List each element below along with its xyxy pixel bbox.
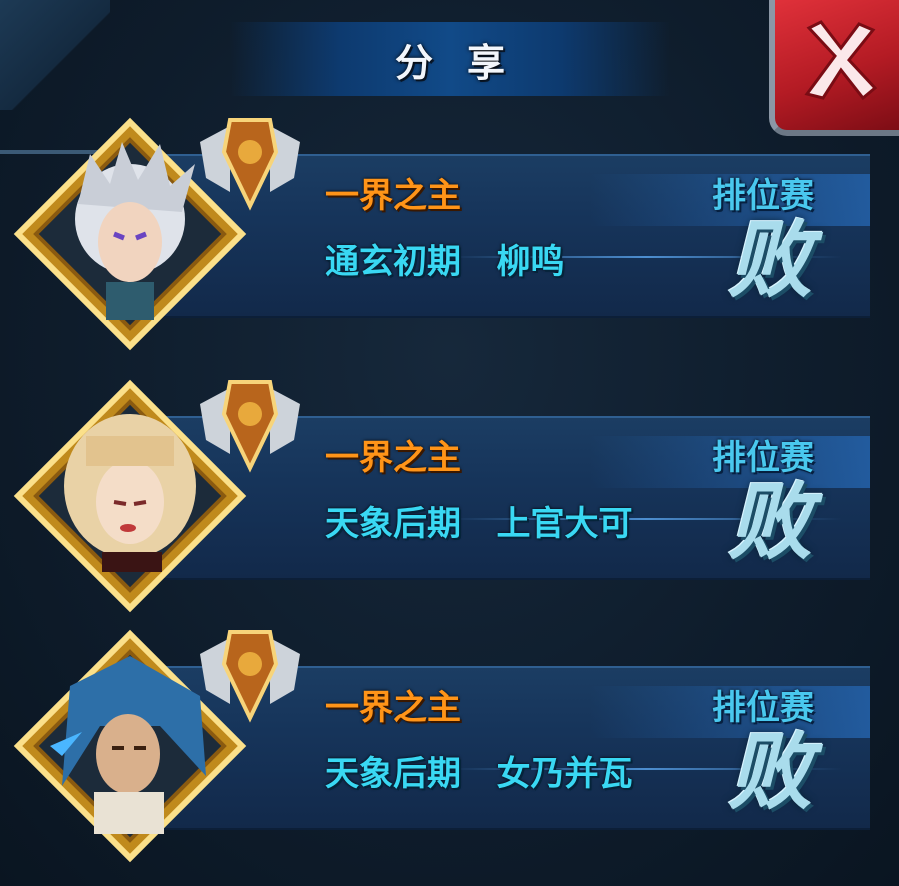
corner-ornament bbox=[0, 0, 150, 154]
list-item[interactable]: 一界之主 天象后期 女乃并瓦 排位赛 败 bbox=[0, 624, 899, 886]
realm-label: 天象后期 bbox=[325, 504, 461, 544]
player-info: 天象后期 女乃并瓦 bbox=[325, 746, 633, 795]
player-info: 天象后期 上官大可 bbox=[325, 496, 633, 545]
title-bar: 分享 bbox=[230, 22, 670, 96]
list-item[interactable]: 一界之主 天象后期 上官大可 排位赛 败 bbox=[0, 374, 899, 636]
title-label: 一界之主 bbox=[325, 688, 461, 728]
player-name: 柳鸣 bbox=[496, 242, 565, 282]
result-label: 败 bbox=[728, 722, 813, 821]
player-name: 女乃并瓦 bbox=[496, 754, 633, 794]
result-label: 败 bbox=[728, 472, 813, 571]
title-label: 一界之主 bbox=[325, 176, 461, 216]
realm-label: 通玄初期 bbox=[325, 242, 461, 282]
rank-badge-icon bbox=[200, 118, 300, 211]
rank-badge-icon bbox=[200, 630, 300, 723]
result-label: 败 bbox=[728, 210, 813, 309]
player-name: 上官大可 bbox=[496, 504, 633, 544]
rank-badge-icon bbox=[200, 380, 300, 473]
list-item[interactable]: 一界之主 通玄初期 柳鸣 排位赛 败 bbox=[0, 112, 899, 374]
title-label: 一界之主 bbox=[325, 438, 461, 478]
realm-label: 天象后期 bbox=[325, 754, 461, 794]
player-info: 通玄初期 柳鸣 bbox=[325, 234, 565, 283]
page-title: 分享 bbox=[394, 40, 539, 85]
